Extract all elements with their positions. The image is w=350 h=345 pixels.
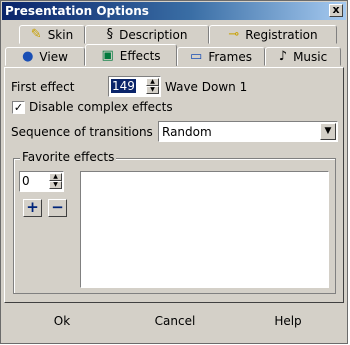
tab-frames-label: Frames: [208, 49, 252, 64]
tab-effects[interactable]: ▣ Effects: [85, 44, 177, 66]
spin-up-icon[interactable]: ▲: [49, 173, 62, 181]
close-button[interactable]: x: [329, 4, 343, 17]
globe-icon: ●: [22, 49, 34, 64]
sequence-dropdown[interactable]: Random ▼: [158, 121, 338, 142]
tab-skin[interactable]: ✎ Skin: [19, 25, 85, 44]
first-effect-spinner[interactable]: 149 ▲ ▼: [108, 76, 161, 97]
favorites-spinner[interactable]: 0 ▲ ▼: [19, 171, 64, 192]
tab-registration-label: Registration: [245, 27, 318, 42]
favorites-arrows[interactable]: ▲ ▼: [49, 173, 62, 190]
music-note-icon: ♪: [278, 49, 288, 64]
first-effect-value[interactable]: 149: [111, 79, 136, 93]
tab-view[interactable]: ● View: [5, 47, 85, 66]
tab-description[interactable]: § Description: [85, 25, 209, 44]
tab-music[interactable]: ♪ Music: [265, 47, 341, 66]
tab-view-label: View: [39, 49, 68, 64]
favorites-value[interactable]: 0: [22, 174, 30, 188]
tab-music-label: Music: [293, 49, 328, 64]
brush-icon: ✎: [30, 27, 42, 42]
dropdown-arrow-icon[interactable]: ▼: [320, 123, 336, 140]
window-title: Presentation Options: [5, 4, 149, 18]
help-button[interactable]: Help: [243, 307, 333, 335]
sequence-value: Random: [162, 125, 212, 139]
frame-icon: ▭: [190, 49, 203, 64]
first-effect-arrows[interactable]: ▲ ▼: [146, 78, 159, 95]
first-effect-name: Wave Down 1: [165, 80, 248, 94]
remove-favorite-button[interactable]: −: [48, 199, 67, 217]
title-bar[interactable]: Presentation Options x: [2, 2, 346, 20]
disable-complex-checkbox[interactable]: ✓: [12, 101, 25, 114]
disable-complex-label: Disable complex effects: [29, 100, 173, 114]
first-effect-label: First effect: [11, 80, 75, 94]
checkmark-icon: ✓: [13, 101, 24, 114]
tab-registration[interactable]: ⊸ Registration: [209, 25, 337, 44]
cancel-button[interactable]: Cancel: [130, 307, 220, 335]
tab-description-label: Description: [119, 27, 188, 42]
dialog-footer: Ok Cancel Help: [1, 307, 349, 337]
tab-frames[interactable]: ▭ Frames: [177, 47, 265, 66]
favorite-effects-label: Favorite effects: [20, 150, 117, 164]
spin-down-icon[interactable]: ▼: [49, 181, 62, 189]
presentation-options-window: Presentation Options x ✎ Skin § Descript…: [0, 0, 348, 344]
effects-icon: ▣: [101, 48, 114, 63]
tab-skin-label: Skin: [47, 27, 74, 42]
spin-up-icon[interactable]: ▲: [146, 78, 159, 86]
spin-down-icon[interactable]: ▼: [146, 86, 159, 94]
favorite-effects-group: Favorite effects 0 ▲ ▼ + −: [13, 150, 336, 294]
tab-effects-label: Effects: [119, 48, 161, 63]
add-favorite-button[interactable]: +: [23, 199, 42, 217]
effects-panel: First effect 149 ▲ ▼ Wave Down 1 ✓ Disab…: [4, 67, 344, 303]
ok-button[interactable]: Ok: [17, 307, 107, 335]
favorites-list[interactable]: [80, 171, 329, 288]
script-icon: §: [106, 27, 114, 42]
key-icon: ⊸: [228, 27, 240, 42]
sequence-label: Sequence of transitions: [11, 125, 153, 139]
